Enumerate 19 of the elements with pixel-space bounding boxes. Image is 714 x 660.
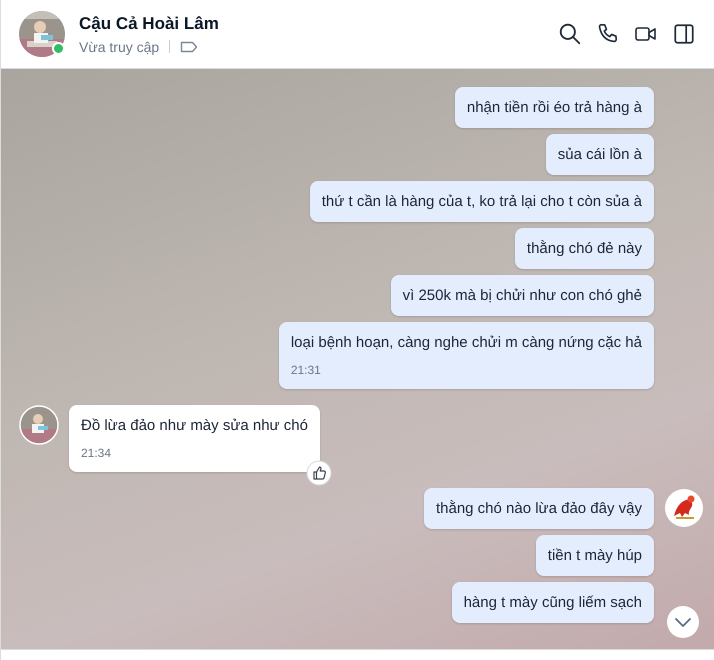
message-text: nhận tiền rồi éo trả hàng à xyxy=(466,99,642,116)
message-time: 21:34 xyxy=(81,446,112,460)
scroll-down-button[interactable] xyxy=(666,605,700,639)
message-text: loại bệnh hoạn, càng nghe chửi m càng nứng cặc hả xyxy=(290,334,642,351)
message-text: hàng t mày cũng liếm sạch xyxy=(464,594,642,611)
message-text: thằng chó nào lừa đảo đây vậy xyxy=(436,500,642,517)
message-text: thằng chó đẻ này xyxy=(526,240,642,257)
message-text: vì 250k mà bị chửi như con chó ghẻ xyxy=(402,287,642,304)
last-seen-status: Vừa truy cập xyxy=(79,38,160,54)
search-icon[interactable] xyxy=(558,22,582,46)
contact-name: Cậu Cả Hoài Lâm xyxy=(79,14,220,34)
message-text: tiền t mày húp xyxy=(548,547,642,564)
message-text: sủa cái lồn à xyxy=(558,146,642,163)
message-text: Đồ lừa đảo như mày sửa như chó xyxy=(81,417,308,434)
tag-icon[interactable] xyxy=(180,40,198,52)
side-panel-icon[interactable] xyxy=(672,22,696,46)
message-text: thứ t cần là hàng của t, ko trả lại cho t còn sủa à xyxy=(322,193,642,210)
message-time: 21:31 xyxy=(290,363,322,377)
like-icon[interactable] xyxy=(306,460,332,486)
